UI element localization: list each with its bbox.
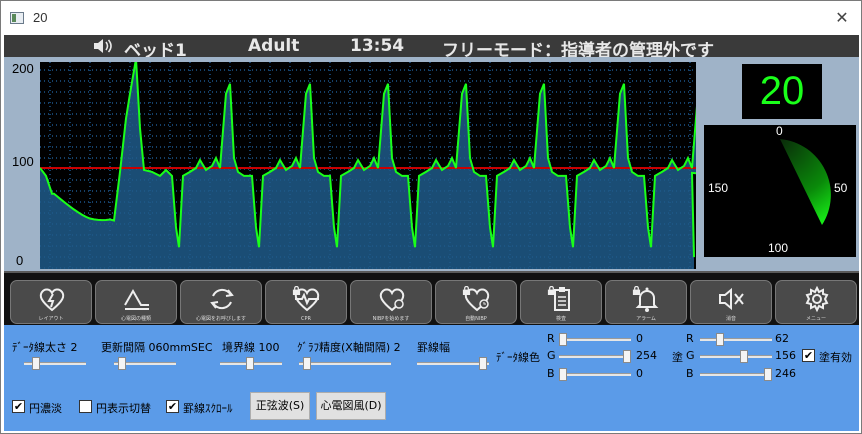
window-title: 20 xyxy=(33,10,48,25)
rate-gauge: 0 150 50 100 xyxy=(704,124,856,257)
toolbar: レイアウト 心電図の種類 心電図をお呼びします CPR NIBPを始めます 自動… xyxy=(4,271,859,325)
fill-enabled-checkbox[interactable]: ✔ xyxy=(802,349,815,362)
clock-time: 13:54 xyxy=(350,36,405,56)
update-interval-slider[interactable] xyxy=(114,357,176,370)
threshold-label: 境界線 100 xyxy=(222,341,280,354)
circle-shade-label: 円濃淡 xyxy=(29,402,62,415)
ecg-call-button[interactable]: 心電図をお呼びします xyxy=(180,280,262,324)
mute-icon xyxy=(719,287,744,311)
heart-clock-icon xyxy=(379,288,405,312)
monitor-panel: 200 100 0 20 0 150 50 100 xyxy=(4,57,859,271)
threshold-slider[interactable] xyxy=(220,357,282,370)
exam-button-label: 検査 xyxy=(555,316,566,322)
line-g-value: 254 xyxy=(636,349,657,362)
line-width-slider[interactable] xyxy=(24,357,86,370)
fill-r-value: 62 xyxy=(775,332,789,345)
update-interval-label: 更新間隔 060mmSEC xyxy=(101,341,213,354)
waveform-icon xyxy=(124,288,149,310)
line-width-label: ﾃﾞｰﾀ線太さ 2 xyxy=(12,341,78,354)
gauge-label-top: 0 xyxy=(776,124,783,138)
fill-enabled-label: 塗有効 xyxy=(819,351,852,364)
fill-b-label: B xyxy=(686,367,694,380)
y-axis-label-0: 0 xyxy=(16,253,24,268)
gauge-label-right: 50 xyxy=(834,181,848,195)
ecg-graph xyxy=(39,58,723,269)
y-axis-label-200: 200 xyxy=(12,61,34,76)
close-button[interactable]: ✕ xyxy=(831,7,853,29)
heart-bolt-icon xyxy=(39,288,65,312)
ecg-call-button-label: 心電図をお呼びします xyxy=(195,316,246,322)
lock-icon xyxy=(462,286,471,295)
cpr-button[interactable]: CPR xyxy=(265,280,347,324)
circle-toggle-checkbox[interactable] xyxy=(79,400,92,413)
line-r-value: 0 xyxy=(636,332,643,345)
alarm-button[interactable]: アラーム xyxy=(605,280,687,324)
gauge-label-left: 150 xyxy=(708,181,729,195)
lock-icon xyxy=(547,286,556,295)
graph-precision-slider[interactable] xyxy=(299,357,391,370)
app-window: 20 ✕ ベッド1 Adult 13:54 フリーモード：指導者の管理外です 2… xyxy=(0,0,862,434)
title-bar: 20 ✕ xyxy=(1,1,861,35)
fill-g-label: G xyxy=(686,349,695,362)
auto-nibp-button[interactable]: 自動NIBP xyxy=(435,280,517,324)
fill-g-value: 156 xyxy=(775,349,796,362)
nibp-start-button[interactable]: NIBPを始めます xyxy=(350,280,432,324)
lock-icon xyxy=(632,286,641,295)
line-color-label: ﾃﾞｰﾀ線色 xyxy=(496,351,540,364)
grid-width-label: 罫線幅 xyxy=(417,341,450,354)
speaker-icon xyxy=(92,37,114,59)
refresh-icon xyxy=(210,288,234,310)
graph-precision-label: ｸﾞﾗﾌ精度(X軸間隔) 2 xyxy=(297,341,401,354)
fill-g-slider[interactable] xyxy=(700,350,772,363)
exam-button[interactable]: 検査 xyxy=(520,280,602,324)
line-b-label: B xyxy=(547,367,555,380)
fill-color-label: 塗 xyxy=(672,351,683,364)
ecg-chart xyxy=(39,58,723,269)
fill-b-value: 246 xyxy=(775,367,796,380)
menu-button-label: メニュー xyxy=(805,316,826,322)
app-icon xyxy=(10,12,24,24)
menu-button[interactable]: メニュー xyxy=(775,280,857,324)
grid-width-slider[interactable] xyxy=(417,357,489,370)
ecg-type-button[interactable]: 心電図の種類 xyxy=(95,280,177,324)
grid-scroll-checkbox[interactable]: ✔ xyxy=(166,400,179,413)
mute-button[interactable]: 消音 xyxy=(690,280,772,324)
control-panel: ﾃﾞｰﾀ線太さ 2 更新間隔 060mmSEC 境界線 100 ｸﾞﾗﾌ精度(X… xyxy=(4,325,859,431)
line-b-value: 0 xyxy=(636,367,643,380)
line-b-slider[interactable] xyxy=(559,368,631,381)
gauge-label-bottom: 100 xyxy=(768,241,789,255)
cpr-button-label: CPR xyxy=(301,316,311,322)
client-area: ベッド1 Adult 13:54 フリーモード：指導者の管理外です 200 10… xyxy=(4,35,859,431)
line-g-label: G xyxy=(547,349,556,362)
ecg-type-button-label: 心電図の種類 xyxy=(120,316,151,322)
sine-wave-button[interactable]: 正弦波(S) xyxy=(250,392,310,420)
gear-icon xyxy=(805,285,829,313)
heart-rate-display: 20 xyxy=(742,64,822,119)
ecg-style-button[interactable]: 心電図風(D) xyxy=(316,392,386,420)
alarm-button-label: アラーム xyxy=(636,316,656,322)
auto-nibp-button-label: 自動NIBP xyxy=(465,316,487,322)
fill-r-slider[interactable] xyxy=(700,333,772,346)
lock-icon xyxy=(292,286,301,295)
nibp-start-button-label: NIBPを始めます xyxy=(372,316,410,322)
line-r-label: R xyxy=(547,332,555,345)
fill-r-label: R xyxy=(686,332,694,345)
mute-button-label: 消音 xyxy=(725,316,736,322)
layout-button[interactable]: レイアウト xyxy=(10,280,92,324)
circle-toggle-label: 円表示切替 xyxy=(96,402,151,415)
y-axis-label-100: 100 xyxy=(12,154,34,169)
patient-type: Adult xyxy=(248,36,300,56)
line-r-slider[interactable] xyxy=(559,333,631,346)
line-g-slider[interactable] xyxy=(559,350,631,363)
layout-button-label: レイアウト xyxy=(38,316,64,322)
circle-shade-checkbox[interactable]: ✔ xyxy=(12,400,25,413)
grid-scroll-label: 罫線ｽｸﾛｰﾙ xyxy=(183,402,233,415)
status-header: ベッド1 Adult 13:54 フリーモード：指導者の管理外です xyxy=(4,35,859,61)
fill-b-slider[interactable] xyxy=(700,368,772,381)
